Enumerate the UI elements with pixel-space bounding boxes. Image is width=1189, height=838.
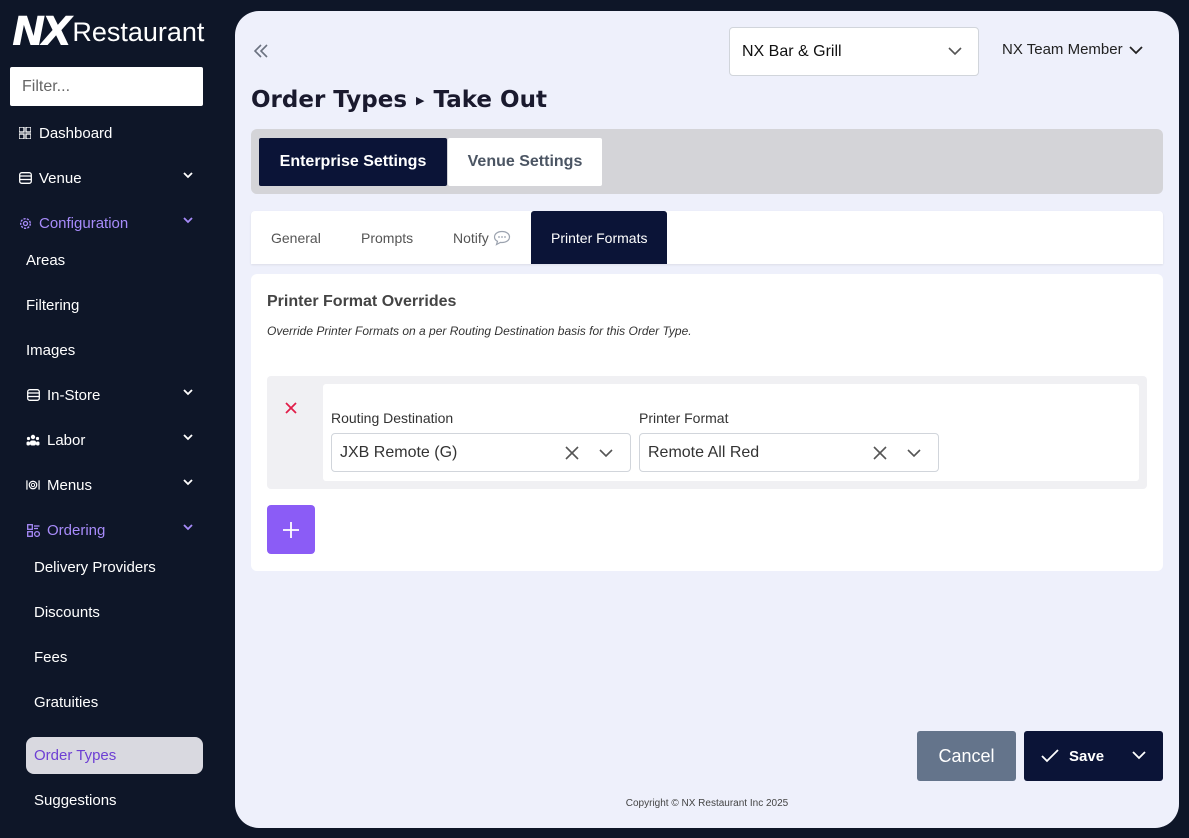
printer-format-label: Printer Format [639,410,729,426]
sidebar-item-label: Gratuities [34,693,99,711]
venue-select-value: NX Bar & Grill [742,42,842,60]
venue-select[interactable]: NX Bar & Grill [729,27,979,76]
venue-icon [18,171,32,185]
remove-row-icon[interactable] [283,400,299,416]
sidebar-item-label: Areas [26,251,66,269]
page-title: Order Types ▶ Take Out [251,87,547,113]
clear-icon[interactable] [564,445,580,461]
routing-destination-value: JXB Remote (G) [340,443,458,461]
sidebar-item-venue[interactable]: Venue [0,164,218,192]
collapse-sidebar-icon[interactable] [251,41,271,61]
sidebar-item-label: Images [26,341,76,359]
tab-label: General [271,229,321,246]
breadcrumb-current: Take Out [433,87,547,113]
sidebar-item-discounts[interactable]: Discounts [34,598,100,626]
sidebar-item-images[interactable]: Images [26,336,75,364]
sidebar-item-label: In-Store [47,386,101,404]
chevron-down-icon [183,172,193,179]
scope-toggle: Enterprise Settings Venue Settings [251,129,1163,194]
tab-notify[interactable]: Notify [453,211,511,264]
check-icon [1041,749,1059,763]
cancel-button[interactable]: Cancel [917,731,1016,781]
enterprise-settings-button[interactable]: Enterprise Settings [259,138,447,186]
tab-bar: General Prompts Notify Printer Formats [251,211,1163,264]
sidebar-item-label: Filtering [26,296,80,314]
sidebar-item-gratuities[interactable]: Gratuities [34,688,98,716]
routing-destination-select[interactable]: JXB Remote (G) [331,433,631,472]
sidebar-item-suggestions[interactable]: Suggestions [34,786,117,814]
sidebar-item-label: Discounts [34,603,100,621]
sidebar-item-label: Suggestions [34,791,117,809]
sidebar: NX Restaurant Dashboard Venue Configurat… [0,0,218,838]
tab-prompts[interactable]: Prompts [361,211,413,264]
filter-input[interactable] [10,67,203,106]
sidebar-item-areas[interactable]: Areas [26,246,65,274]
sidebar-item-order-types[interactable]: Order Types [26,737,203,774]
sidebar-item-fees[interactable]: Fees [34,643,67,671]
user-name: NX Team Member [1002,41,1123,58]
menu-icon [26,478,40,492]
sidebar-item-label: Venue [39,169,82,187]
chevron-down-icon [599,449,613,458]
user-menu[interactable]: NX Team Member [1002,41,1143,58]
caret-right-icon: ▶ [416,93,425,107]
chevron-down-icon [948,47,962,56]
breadcrumb-parent[interactable]: Order Types [251,87,407,113]
chevron-down-icon [183,389,193,396]
ordering-icon [26,523,40,537]
override-row-fields: Routing Destination JXB Remote (G) Print… [323,384,1139,481]
save-options-chevron-icon[interactable] [1132,750,1146,760]
card-title: Printer Format Overrides [267,293,457,310]
save-label: Save [1069,747,1105,765]
logo-text: Restaurant [72,16,205,47]
store-icon [26,388,40,402]
clear-icon[interactable] [872,445,888,461]
card-description: Override Printer Formats on a per Routin… [267,324,692,338]
printer-format-value: Remote All Red [648,443,760,461]
users-icon [26,433,40,447]
sidebar-item-configuration[interactable]: Configuration [0,209,218,237]
save-button[interactable]: Save [1024,731,1163,781]
sidebar-item-label: Dashboard [39,124,113,142]
sidebar-item-label: Fees [34,648,68,666]
sidebar-item-dashboard[interactable]: Dashboard [0,119,218,147]
sidebar-item-labor[interactable]: Labor [0,426,218,454]
chevron-down-icon [907,449,921,458]
sidebar-item-filtering[interactable]: Filtering [26,291,79,319]
sidebar-item-menus[interactable]: Menus [0,471,218,499]
tab-printer-formats[interactable]: Printer Formats [531,211,668,264]
sidebar-item-label: Delivery Providers [34,558,156,576]
chevron-down-icon [183,524,193,531]
printer-format-select[interactable]: Remote All Red [639,433,939,472]
logo-mark: NX [12,9,72,55]
sidebar-item-delivery-providers[interactable]: Delivery Providers [34,553,156,581]
chevron-down-icon [183,434,193,441]
chevron-down-icon [183,217,193,224]
sidebar-item-label: Order Types [34,747,117,764]
main-panel: NX Bar & Grill NX Team Member Order Type… [235,11,1179,828]
chevron-down-icon [1128,45,1143,54]
logo[interactable]: NX Restaurant [12,9,205,55]
dashboard-icon [18,126,32,140]
chat-bubble-icon [493,230,510,246]
sidebar-item-label: Labor [47,431,86,449]
gear-icon [18,216,32,230]
sidebar-item-label: Ordering [47,521,106,539]
sidebar-item-label: Configuration [39,214,129,232]
override-row: Routing Destination JXB Remote (G) Print… [267,376,1147,489]
tab-label: Notify [453,229,489,246]
routing-destination-label: Routing Destination [331,410,454,426]
plus-icon [283,521,299,538]
sidebar-item-label: Menus [47,476,93,494]
sidebar-item-in-store[interactable]: In-Store [0,381,218,409]
tab-label: Printer Formats [551,229,648,246]
add-row-button[interactable] [267,505,315,554]
footer-copyright: Copyright © NX Restaurant Inc 2025 [625,798,789,809]
tab-label: Prompts [361,229,414,246]
venue-settings-button[interactable]: Venue Settings [448,138,602,186]
chevron-down-icon [183,479,193,486]
sidebar-item-ordering[interactable]: Ordering [0,516,218,544]
printer-format-overrides-card: Printer Format Overrides Override Printe… [251,274,1163,571]
tab-general[interactable]: General [271,211,321,264]
